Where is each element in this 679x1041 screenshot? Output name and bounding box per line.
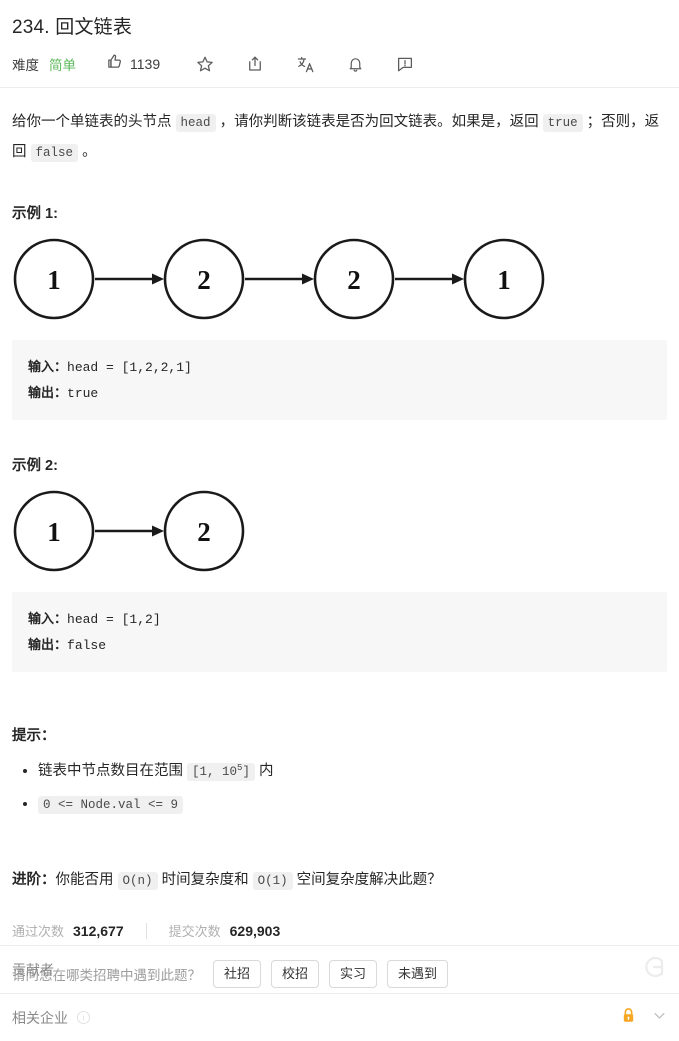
example-2-input-label: 输入： <box>28 611 68 626</box>
node-value: 1 <box>47 265 61 295</box>
hint-prefix: 链表中节点数目在范围 <box>38 763 188 780</box>
hints-list: 链表中节点数目在范围 [1, 105] 内 0 <= Node.val <= 9 <box>12 753 667 820</box>
node-value: 2 <box>197 517 211 547</box>
submissions-label: 提交次数 <box>168 924 221 940</box>
followup-code-space: O(1) <box>252 872 293 891</box>
example-1-input-label: 输入： <box>28 359 68 374</box>
problem-stats: 通过次数 312,677 提交次数 629,903 <box>12 921 667 940</box>
followup-text-2: 时间复杂度和 <box>157 872 253 889</box>
followup-code-time: O(n) <box>117 872 158 891</box>
accepted-value: 312,677 <box>73 922 124 939</box>
followup-text-1: 你能否用 <box>55 872 118 889</box>
example-1-input-value: head = [1,2,2,1] <box>67 360 192 375</box>
example-2-code: 输入：head = [1,2] 输出：false <box>12 592 667 672</box>
example-1-code: 输入：head = [1,2,2,1] 输出：true <box>12 340 667 420</box>
desc-text-2: ，请你判断该链表是否为回文链表。如果是，返回 <box>215 114 543 130</box>
thumbs-up-icon <box>106 53 123 75</box>
info-icon[interactable]: i <box>77 1011 90 1024</box>
contributors-row[interactable]: 贡献者 <box>0 945 679 993</box>
hint-item: 0 <= Node.val <= 9 <box>38 789 667 820</box>
node-value: 1 <box>497 265 511 295</box>
companies-row[interactable]: 相关企业 i <box>0 993 679 1041</box>
translate-icon[interactable] <box>294 53 316 75</box>
followup-section: 进阶：你能否用 O(n) 时间复杂度和 O(1) 空间复杂度解决此题？ <box>12 866 667 895</box>
desc-code-head: head <box>175 114 216 132</box>
example-2-output-value: false <box>67 638 107 653</box>
stats-divider <box>145 922 147 939</box>
contributors-label: 贡献者 <box>12 961 54 978</box>
hint-suffix: 内 <box>254 763 274 780</box>
page-title: 234. 回文链表 <box>12 17 133 38</box>
hint-code-range: [1, 105] <box>187 763 255 782</box>
node-value: 2 <box>347 265 361 295</box>
bell-icon[interactable] <box>344 53 366 75</box>
chevron-down-icon[interactable] <box>652 1008 667 1028</box>
vote-button[interactable]: 1139 <box>106 53 160 75</box>
desc-code-true: true <box>542 114 583 132</box>
desc-text-4: 。 <box>78 144 97 160</box>
desc-text-1: 给你一个单链表的头节点 <box>12 114 176 130</box>
hint-code-nodeval: 0 <= Node.val <= 9 <box>38 796 184 815</box>
example-2-title: 示例 2: <box>12 458 58 474</box>
lock-icon <box>621 1007 636 1029</box>
vote-count: 1139 <box>130 56 161 72</box>
example-2-diagram: 1 2 <box>12 481 667 586</box>
submissions-value: 629,903 <box>229 922 281 939</box>
problem-description: 给你一个单链表的头节点 head ，请你判断该链表是否为回文链表。如果是，返回 … <box>12 88 667 168</box>
problem-content: 给你一个单链表的头节点 head ，请你判断该链表是否为回文链表。如果是，返回 … <box>0 88 679 989</box>
difficulty-badge[interactable]: 简单 <box>49 54 76 74</box>
feedback-icon[interactable] <box>394 53 416 75</box>
followup-label: 进阶： <box>12 872 56 889</box>
accepted-label: 通过次数 <box>12 924 65 940</box>
difficulty-label: 难度 <box>12 58 39 73</box>
example-1-output-value: true <box>67 386 99 401</box>
footer-sections: 贡献者 相关企业 i <box>0 945 679 1041</box>
node-value: 2 <box>197 265 211 295</box>
problem-meta-row: 难度 简单 1139 <box>0 39 679 79</box>
node-value: 1 <box>47 517 61 547</box>
example-1-title: 示例 1: <box>12 206 58 222</box>
example-1-output-label: 输出： <box>28 385 68 400</box>
hint-item: 链表中节点数目在范围 [1, 105] 内 <box>38 753 667 787</box>
desc-code-false: false <box>30 144 79 162</box>
problem-page: 234. 回文链表 难度 简单 1139 给你一个单链表的头节点 head ，请… <box>0 0 679 1041</box>
followup-text-3: 空间复杂度解决此题？ <box>292 872 442 889</box>
companies-label: 相关企业 <box>12 1009 68 1026</box>
example-1-diagram: 1 2 2 1 <box>12 229 667 334</box>
hints-title: 提示： <box>12 728 56 744</box>
problem-header: 234. 回文链表 难度 简单 1139 <box>0 0 679 88</box>
example-2-output-label: 输出： <box>28 637 68 652</box>
star-icon[interactable] <box>194 53 216 75</box>
contributor-avatar <box>641 952 667 987</box>
share-icon[interactable] <box>244 53 266 75</box>
example-2-input-value: head = [1,2] <box>67 612 161 627</box>
